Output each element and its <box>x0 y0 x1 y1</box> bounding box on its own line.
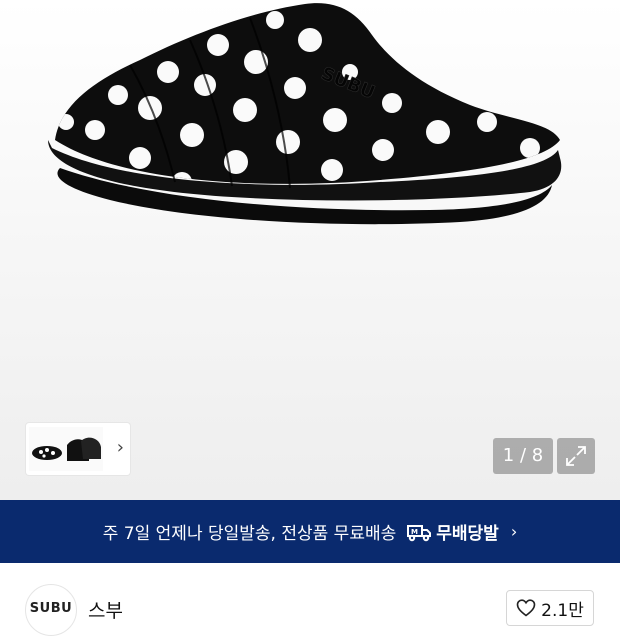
thumbnail-strip[interactable]: › <box>26 423 130 475</box>
svg-text:M: M <box>411 528 418 536</box>
delivery-service-name: 무배당발 <box>436 524 499 544</box>
product-image-gallery[interactable]: SUBU › 1 / 8 <box>0 0 620 500</box>
like-count: 2.1만 <box>541 600 584 621</box>
image-counter: 1 / 8 <box>493 438 553 474</box>
thumbnail-image[interactable] <box>29 427 103 471</box>
delivery-service-logo: M 무배당발 <box>406 519 499 544</box>
chevron-right-icon[interactable]: › <box>117 437 124 459</box>
chevron-right-icon: › <box>510 522 518 541</box>
delivery-banner[interactable]: 주 7일 언제나 당일발송, 전상품 무료배송 M 무배당발 › <box>0 500 620 563</box>
banner-text: 주 7일 언제나 당일발송, 전상품 무료배송 <box>102 524 397 544</box>
brand-logo[interactable]: SUBU <box>25 584 77 636</box>
heart-icon <box>516 599 536 617</box>
expand-icon <box>566 446 586 466</box>
delivery-truck-icon: M <box>407 524 432 541</box>
brand-name[interactable]: 스부 <box>88 596 123 623</box>
expand-button[interactable] <box>557 438 595 474</box>
like-button[interactable]: 2.1만 <box>506 590 594 626</box>
